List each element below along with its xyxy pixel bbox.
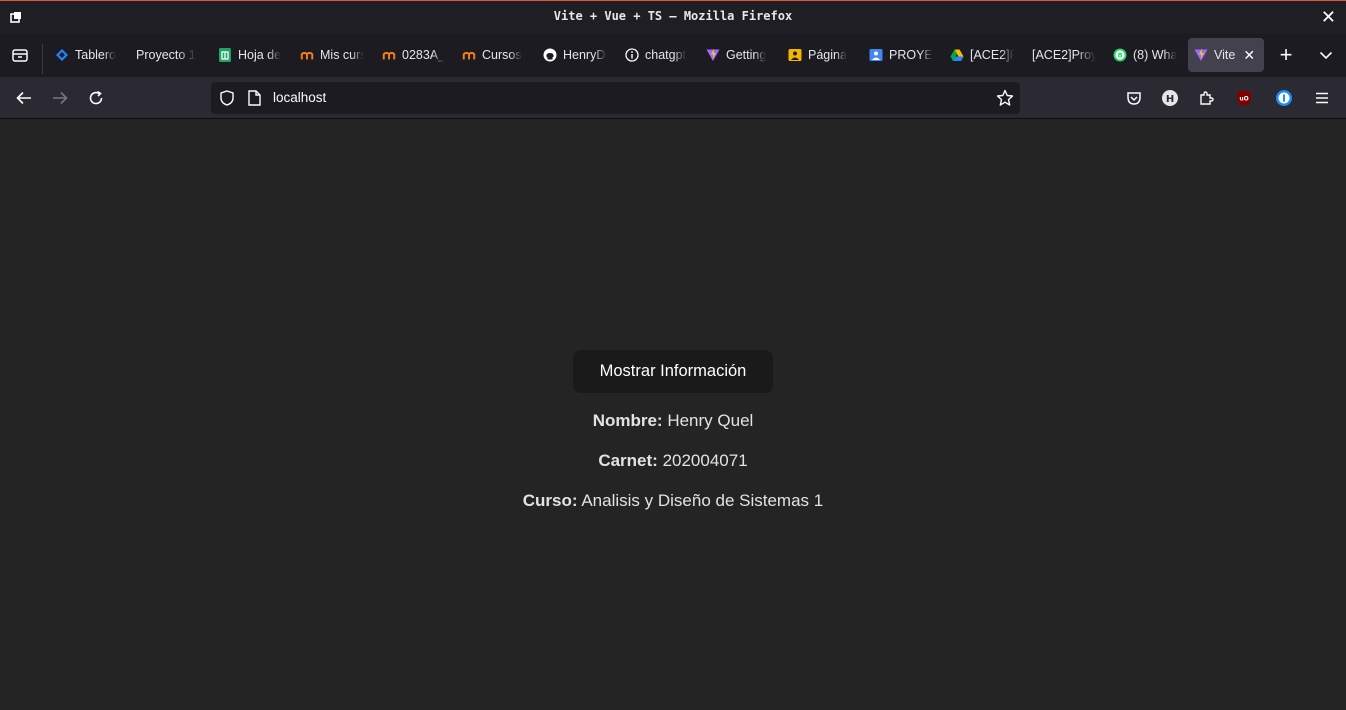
whatsapp-badge: 8 (1118, 52, 1123, 60)
moodle-icon (382, 48, 396, 62)
tab-proyecto[interactable]: Proyecto 1 (130, 38, 200, 72)
tab-label: PROYE (889, 48, 933, 62)
nombre-label: Nombre: (592, 411, 663, 430)
pocket-icon[interactable] (1119, 83, 1149, 113)
new-tab-icon[interactable]: + (1271, 40, 1301, 70)
tab-label: Vite (1214, 48, 1236, 62)
tab-label: (8) Wha (1133, 48, 1177, 62)
tab-label: Tablero (75, 48, 116, 62)
close-tab-icon[interactable]: ✕ (1243, 47, 1255, 64)
vite-icon (1194, 48, 1208, 62)
svg-text:uO: uO (1239, 96, 1248, 103)
image-icon (788, 48, 802, 62)
list-all-tabs-icon[interactable] (1311, 40, 1341, 70)
vite-icon (706, 48, 720, 62)
back-icon[interactable] (9, 83, 39, 113)
tab-label: [ACE2]Proy (1032, 48, 1096, 62)
mostrar-informacion-button[interactable]: Mostrar Información (573, 350, 773, 393)
page-content: Mostrar Información Nombre: Henry Quel C… (0, 119, 1346, 710)
app-menu-icon[interactable] (1307, 83, 1337, 113)
svg-text:H: H (1166, 94, 1174, 105)
sheets-icon (218, 48, 232, 62)
tab-getting[interactable]: Getting (700, 38, 770, 72)
tab-label: Hoja de (238, 48, 282, 62)
tracking-protection-shield-icon[interactable] (219, 90, 235, 106)
forward-icon (45, 83, 75, 113)
moodle-icon (300, 48, 314, 62)
tab-label: HenryDQ (563, 48, 607, 62)
carnet-line: Carnet: 202004071 (0, 451, 1346, 471)
url-text: localhost (273, 90, 327, 105)
tab-whatsapp[interactable]: 8 (8) Wha (1107, 38, 1177, 72)
nombre-line: Nombre: Henry Quel (0, 411, 1346, 431)
whatsapp-icon: 8 (1113, 48, 1127, 62)
slides-icon (869, 48, 883, 62)
tab-pagina[interactable]: Página (782, 38, 852, 72)
tab-label: 0283A_ (402, 48, 446, 62)
curso-line: Curso: Analisis y Diseño de Sistemas 1 (0, 491, 1346, 511)
tab-label: Página (808, 48, 847, 62)
close-window-icon[interactable]: ✕ (1321, 7, 1336, 27)
page-info-icon[interactable] (247, 90, 261, 106)
1password-icon[interactable] (1269, 83, 1299, 113)
tab-hoja[interactable]: Hoja de (212, 38, 282, 72)
tab-0283a[interactable]: 0283A_ (376, 38, 446, 72)
tab-label: Getting (726, 48, 767, 62)
title-bar: Vite + Vue + TS — Mozilla Firefox ✕ (0, 0, 1346, 34)
carnet-value: 202004071 (657, 451, 748, 470)
firefox-view-icon[interactable] (5, 40, 35, 70)
info-icon (625, 48, 639, 62)
tab-tablero[interactable]: Tablero (49, 38, 119, 72)
jira-icon (55, 48, 69, 62)
tab-chatgpt[interactable]: chatgpt (619, 38, 689, 72)
tab-mis-cursos[interactable]: Mis cursos (294, 38, 364, 72)
h-extension-icon[interactable]: H (1155, 83, 1185, 113)
reload-icon[interactable] (81, 83, 111, 113)
drive-icon (950, 48, 964, 62)
curso-value: Analisis y Diseño de Sistemas 1 (577, 491, 824, 510)
tab-cursos[interactable]: Cursos (456, 38, 526, 72)
tab-proye[interactable]: PROYE (863, 38, 933, 72)
tab-label: Proyecto 1 (136, 48, 196, 62)
bookmark-star-icon[interactable] (996, 89, 1014, 107)
tab-ace2-proy[interactable]: [ACE2]Proy (1026, 38, 1096, 72)
window-title: Vite + Vue + TS — Mozilla Firefox (553, 9, 793, 23)
curso-label: Curso: (522, 491, 578, 510)
tab-separator (42, 44, 43, 74)
navigation-toolbar: localhost H uO (0, 77, 1346, 119)
tab-bar: Tablero Proyecto 1 Hoja de Mis cursos 02… (0, 34, 1346, 77)
url-bar[interactable]: localhost (211, 82, 1020, 114)
tab-github[interactable]: HenryDQ (537, 38, 607, 72)
tab-ace2-drive[interactable]: [ACE2]P (944, 38, 1014, 72)
tab-label: [ACE2]P (970, 48, 1014, 62)
tab-label: Mis cursos (320, 48, 364, 62)
tab-vite-active[interactable]: Vite ✕ (1188, 38, 1264, 72)
ublock-origin-icon[interactable]: uO (1229, 83, 1259, 113)
carnet-label: Carnet: (598, 451, 658, 470)
nombre-value: Henry Quel (662, 411, 754, 430)
github-icon (543, 48, 557, 62)
tab-label: chatgpt (645, 48, 687, 62)
tab-label: Cursos (482, 48, 522, 62)
extensions-puzzle-icon[interactable] (1191, 83, 1221, 113)
moodle-icon (462, 48, 476, 62)
